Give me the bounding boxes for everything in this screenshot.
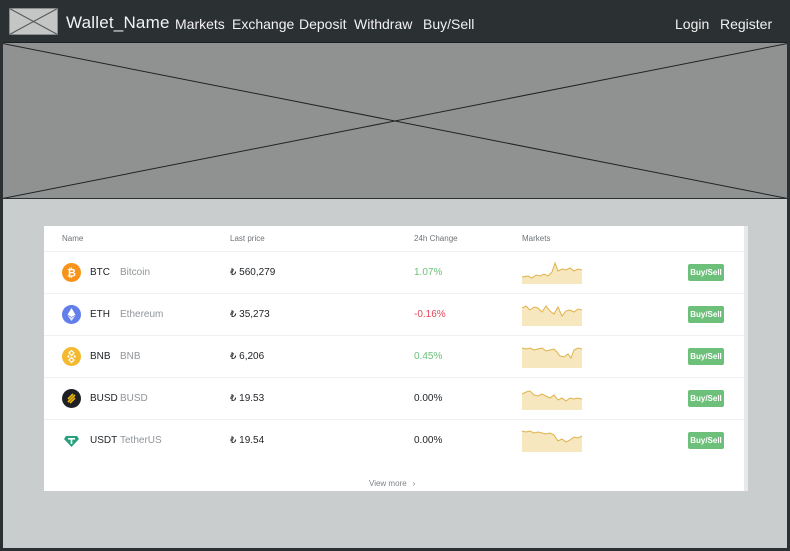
coin-price: ₺ 560,279	[230, 267, 276, 278]
coin-symbol: ETH	[90, 309, 110, 320]
coin-change: 0.00%	[414, 435, 443, 446]
hero-banner-placeholder	[0, 43, 790, 199]
coin-name: BUSD	[120, 393, 148, 404]
sparkline-chart	[522, 261, 582, 284]
coin-price: ₺ 6,206	[230, 351, 265, 362]
market-table: Name Last price 24h Change Markets ₿ BTC…	[44, 226, 748, 491]
buy-sell-button[interactable]: Buy/Sell	[688, 432, 724, 449]
sparkline-chart	[522, 305, 582, 326]
table-row[interactable]: BNB BNB ₺ 6,206 0.45% Buy/Sell	[44, 335, 744, 377]
bnb-icon	[62, 347, 81, 366]
brand-name[interactable]: Wallet_Name	[66, 13, 170, 33]
table-row[interactable]: ₿ BTC Bitcoin ₺ 560,279 1.07% Buy/Sell	[44, 251, 744, 293]
ethereum-icon	[62, 305, 81, 324]
nav-link-buy-sell[interactable]: Buy/Sell	[423, 16, 474, 32]
sparkline-chart	[522, 347, 582, 368]
buy-sell-button[interactable]: Buy/Sell	[688, 390, 724, 407]
coin-symbol: BUSD	[90, 393, 118, 404]
sparkline-chart	[522, 430, 582, 452]
sparkline-chart	[522, 390, 582, 410]
coin-change: 0.00%	[414, 393, 443, 404]
table-row[interactable]: USDT TetherUS ₺ 19.54 0.00% Buy/Sell	[44, 419, 744, 461]
buy-sell-button[interactable]: Buy/Sell	[688, 348, 724, 365]
login-link[interactable]: Login	[675, 16, 709, 32]
nav-link-exchange[interactable]: Exchange	[232, 16, 294, 32]
buy-sell-button[interactable]: Buy/Sell	[688, 264, 724, 281]
logo-placeholder-image[interactable]	[9, 8, 58, 35]
register-link[interactable]: Register	[720, 16, 772, 32]
coin-name: TetherUS	[120, 435, 162, 446]
tether-icon	[62, 431, 81, 450]
coin-change: -0.16%	[414, 309, 446, 320]
nav-link-withdraw[interactable]: Withdraw	[354, 16, 412, 32]
coin-price: ₺ 19.53	[230, 393, 265, 404]
coin-name: Bitcoin	[120, 267, 151, 278]
coin-price: ₺ 19.54	[230, 435, 265, 446]
bitcoin-icon: ₿	[62, 263, 81, 282]
coin-price: ₺ 35,273	[230, 309, 270, 320]
coin-symbol: USDT	[90, 435, 118, 446]
coin-change: 1.07%	[414, 267, 443, 278]
coin-change: 0.45%	[414, 351, 443, 362]
coin-name: Ethereum	[120, 309, 164, 320]
table-row[interactable]: BUSD BUSD ₺ 19.53 0.00% Buy/Sell	[44, 377, 744, 419]
view-more-label: View more	[369, 479, 407, 488]
header-markets: Markets	[522, 234, 551, 243]
nav-link-markets[interactable]: Markets	[175, 16, 225, 32]
header-last-price: Last price	[230, 234, 265, 243]
table-row[interactable]: ETH Ethereum ₺ 35,273 -0.16% Buy/Sell	[44, 293, 744, 335]
header-24h-change: 24h Change	[414, 234, 458, 243]
coin-name: BNB	[120, 351, 141, 362]
chevron-right-icon: ›	[412, 479, 416, 488]
top-navbar: Wallet_Name Markets Exchange Deposit Wit…	[0, 0, 790, 43]
nav-link-deposit[interactable]: Deposit	[299, 16, 346, 32]
svg-text:₿: ₿	[67, 267, 76, 280]
header-name: Name	[62, 234, 84, 243]
busd-icon	[62, 389, 81, 408]
view-more-link[interactable]: View more ›	[369, 479, 415, 488]
buy-sell-button[interactable]: Buy/Sell	[688, 306, 724, 323]
coin-symbol: BTC	[90, 267, 110, 278]
coin-symbol: BNB	[90, 351, 111, 362]
